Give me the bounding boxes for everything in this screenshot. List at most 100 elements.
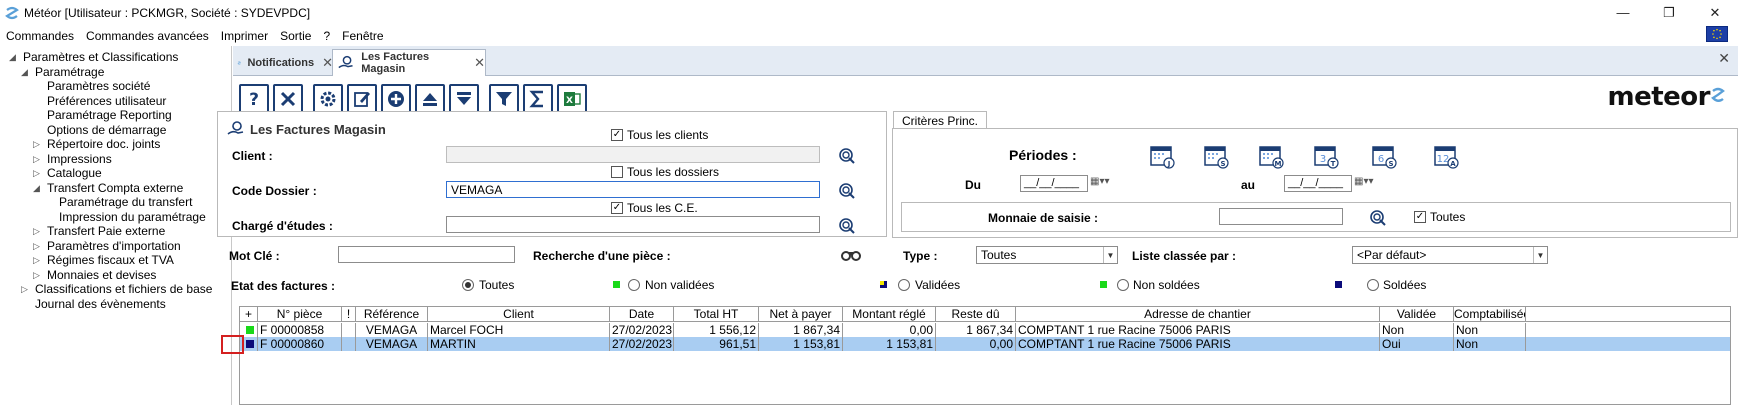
- tree-item[interactable]: Paramètres et Classifications: [23, 50, 178, 64]
- tree-item[interactable]: Paramètres société: [47, 79, 150, 93]
- calendar-period-icon[interactable]: S: [1203, 143, 1229, 169]
- menu-help[interactable]: ?: [317, 29, 336, 43]
- criteria-tab[interactable]: Critères Princ.: [893, 111, 987, 129]
- menu-fenetre[interactable]: Fenêtre: [336, 29, 389, 43]
- lookup-charge-icon[interactable]: [838, 217, 856, 235]
- tree-item[interactable]: Paramétrage: [35, 65, 104, 79]
- close-window-button[interactable]: ✕: [1692, 0, 1738, 25]
- all-dossiers-checkbox[interactable]: [611, 166, 623, 178]
- radio-non-soldees[interactable]: [1117, 279, 1129, 291]
- binoculars-icon[interactable]: [841, 248, 861, 262]
- grid-column-header[interactable]: !: [342, 307, 356, 322]
- tree-item[interactable]: Régimes fiscaux et TVA: [47, 253, 174, 267]
- charge-etudes-field[interactable]: [446, 216, 820, 233]
- client-field[interactable]: [446, 146, 820, 163]
- menu-commandes-avancees[interactable]: Commandes avancées: [80, 29, 215, 43]
- move-down-button[interactable]: [449, 84, 479, 114]
- lookup-monnaie-icon[interactable]: [1369, 209, 1387, 227]
- filter-button[interactable]: [489, 84, 519, 114]
- menu-sortie[interactable]: Sortie: [274, 29, 317, 43]
- eu-flag-icon[interactable]: [1706, 26, 1728, 42]
- tree-item[interactable]: Paramètres d'importation: [47, 239, 181, 253]
- date-from-field[interactable]: __/__/____: [1020, 175, 1088, 192]
- grid-column-header[interactable]: Total HT: [674, 307, 759, 322]
- sum-button[interactable]: [523, 84, 553, 114]
- tree-toggle-icon[interactable]: ▷: [33, 255, 43, 266]
- tree-item[interactable]: Monnaies et devises: [47, 268, 156, 282]
- tree-item[interactable]: Catalogue: [47, 166, 102, 180]
- tree-item[interactable]: Impression du paramétrage: [59, 210, 206, 224]
- tree-toggle-icon[interactable]: ▷: [33, 154, 43, 165]
- calendar-period-icon[interactable]: J: [1149, 143, 1175, 169]
- excel-export-button[interactable]: X: [557, 84, 587, 114]
- menu-imprimer[interactable]: Imprimer: [215, 29, 274, 43]
- grid-column-header[interactable]: Date: [610, 307, 674, 322]
- close-tab-icon[interactable]: ✕: [474, 55, 485, 71]
- tree-item[interactable]: Options de démarrage: [47, 123, 166, 137]
- grid-column-header[interactable]: N° pièce: [258, 307, 342, 322]
- move-up-button[interactable]: [415, 84, 445, 114]
- close-all-tabs-icon[interactable]: ✕: [1718, 50, 1730, 67]
- tree-toggle-icon[interactable]: ▷: [21, 284, 31, 295]
- grid-column-header[interactable]: Adresse de chantier: [1016, 307, 1380, 322]
- tree-item[interactable]: Classifications et fichiers de base: [35, 282, 212, 296]
- toutes-monnaies-checkbox[interactable]: [1414, 211, 1426, 223]
- dossier-field[interactable]: VEMAGA: [446, 181, 820, 198]
- calendar-period-icon[interactable]: M: [1258, 143, 1284, 169]
- tree-item[interactable]: Journal des évènements: [35, 297, 166, 311]
- settings-button[interactable]: [313, 84, 343, 114]
- grid-column-header[interactable]: Validée: [1380, 307, 1454, 322]
- radio-soldees[interactable]: [1367, 279, 1379, 291]
- tree-item[interactable]: Répertoire doc. joints: [47, 137, 160, 151]
- mot-cle-field[interactable]: [338, 246, 515, 263]
- calendar-period-icon[interactable]: 3T: [1313, 143, 1339, 169]
- calendar-period-icon[interactable]: 12 A: [1433, 143, 1459, 169]
- tree-item[interactable]: Paramétrage Reporting: [47, 108, 172, 122]
- tree-toggle-icon[interactable]: ▷: [33, 226, 43, 237]
- date-to-picker-icon[interactable]: ▦▾▾: [1354, 176, 1374, 187]
- cancel-button[interactable]: [273, 84, 303, 114]
- tab-notifications[interactable]: Notifications ✕: [233, 49, 333, 76]
- all-clients-checkbox[interactable]: [611, 129, 623, 141]
- grid-column-header[interactable]: Net à payer: [759, 307, 843, 322]
- add-button[interactable]: [381, 84, 411, 114]
- tree-item[interactable]: Préférences utilisateur: [47, 94, 166, 108]
- tree-toggle-icon[interactable]: ▷: [33, 139, 43, 150]
- table-row[interactable]: F 00000860 VEMAGA MARTIN 27/02/2023 961,51 1 …: [240, 337, 1730, 351]
- tree-toggle-icon[interactable]: ◢: [33, 183, 43, 194]
- grid-column-header[interactable]: Reste dû: [936, 307, 1016, 322]
- maximize-button[interactable]: ❐: [1646, 0, 1692, 25]
- grid-column-header[interactable]: Référence: [356, 307, 428, 322]
- edit-button[interactable]: [347, 84, 377, 114]
- all-ce-checkbox[interactable]: [611, 202, 623, 214]
- sort-select[interactable]: <Par défaut> ▼: [1352, 246, 1548, 264]
- grid-column-header[interactable]: Montant réglé: [843, 307, 936, 322]
- tree-item[interactable]: Transfert Compta externe: [47, 181, 183, 195]
- table-row[interactable]: F 00000858 VEMAGA Marcel FOCH 27/02/2023 1 5…: [240, 323, 1730, 337]
- date-from-picker-icon[interactable]: ▦▾▾: [1090, 176, 1110, 187]
- lookup-client-icon[interactable]: [838, 147, 856, 165]
- type-select[interactable]: Toutes ▼: [976, 246, 1118, 264]
- lookup-dossier-icon[interactable]: [838, 182, 856, 200]
- tree-toggle-icon[interactable]: ▷: [33, 270, 43, 281]
- minimize-button[interactable]: —: [1600, 0, 1646, 25]
- tree-item[interactable]: Impressions: [47, 152, 112, 166]
- radio-non-validees[interactable]: [628, 279, 640, 291]
- radio-validees[interactable]: [898, 279, 910, 291]
- menu-commandes[interactable]: Commandes: [0, 29, 80, 43]
- date-to-field[interactable]: __/__/____: [1284, 175, 1352, 192]
- grid-column-header[interactable]: +: [240, 307, 258, 322]
- monnaie-field[interactable]: [1219, 208, 1343, 225]
- calendar-period-icon[interactable]: 6S: [1371, 143, 1397, 169]
- tree-item[interactable]: Paramétrage du transfert: [59, 195, 192, 209]
- grid-column-header[interactable]: Comptabilisée: [1454, 307, 1526, 322]
- tree-toggle-icon[interactable]: ▷: [33, 168, 43, 179]
- radio-toutes[interactable]: [462, 279, 474, 291]
- tree-item[interactable]: Transfert Paie externe: [47, 224, 165, 238]
- grid-column-header[interactable]: Client: [428, 307, 610, 322]
- tree-toggle-icon[interactable]: ▷: [33, 241, 43, 252]
- help-button[interactable]: ?: [239, 84, 269, 114]
- tree-toggle-icon[interactable]: ◢: [9, 52, 19, 63]
- tab-factures-magasin[interactable]: Les Factures Magasin ✕: [332, 49, 486, 76]
- tree-toggle-icon[interactable]: ◢: [21, 67, 31, 78]
